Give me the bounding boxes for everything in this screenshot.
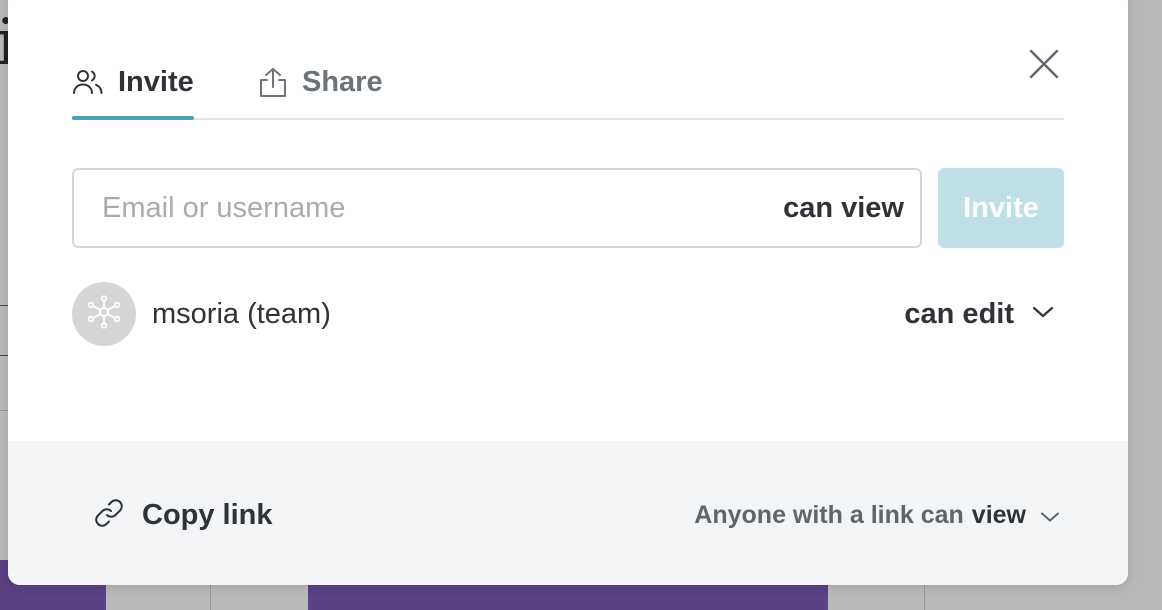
email-field-container: can view — [72, 168, 922, 248]
invite-form: can view Invite — [72, 168, 1064, 248]
member-row: msoria (team) can edit — [72, 282, 1064, 346]
close-icon — [1029, 49, 1059, 84]
member-permission-dropdown[interactable]: can edit — [904, 282, 1054, 346]
tab-invite[interactable]: Invite — [72, 46, 194, 120]
team-network-icon — [86, 294, 122, 335]
link-permission-dropdown[interactable]: Anyone with a link can view — [694, 489, 1060, 541]
copy-link-label: Copy link — [142, 498, 273, 531]
email-or-username-input[interactable] — [102, 170, 742, 246]
invite-permission-select[interactable]: can view — [783, 170, 904, 246]
avatar — [72, 282, 136, 346]
dialog-tabs: Invite Share — [72, 46, 1064, 120]
share-dialog: Invite Share can view Invite — [8, 0, 1128, 585]
chevron-down-icon — [1032, 305, 1054, 324]
tab-invite-label: Invite — [118, 65, 194, 98]
link-permission-value: view — [971, 500, 1026, 529]
background-grid-line — [924, 585, 925, 610]
background-grid-line — [210, 585, 211, 610]
invite-button[interactable]: Invite — [938, 168, 1064, 248]
dialog-footer: Copy link Anyone with a link can view — [8, 441, 1128, 585]
link-icon — [94, 498, 124, 533]
tab-share-label: Share — [302, 65, 383, 98]
copy-link-button[interactable]: Copy link — [94, 489, 273, 541]
close-button[interactable] — [1024, 46, 1064, 86]
link-permission-prefix: Anyone with a link can — [694, 500, 964, 529]
upload-icon — [258, 66, 288, 98]
background-divider — [0, 410, 8, 411]
member-name: msoria (team) — [152, 298, 331, 330]
people-icon — [72, 68, 104, 96]
background-divider — [0, 355, 8, 356]
tab-share[interactable]: Share — [258, 46, 383, 118]
chevron-down-icon — [1040, 501, 1060, 530]
member-permission-label: can edit — [904, 297, 1014, 330]
background-divider — [0, 305, 8, 306]
